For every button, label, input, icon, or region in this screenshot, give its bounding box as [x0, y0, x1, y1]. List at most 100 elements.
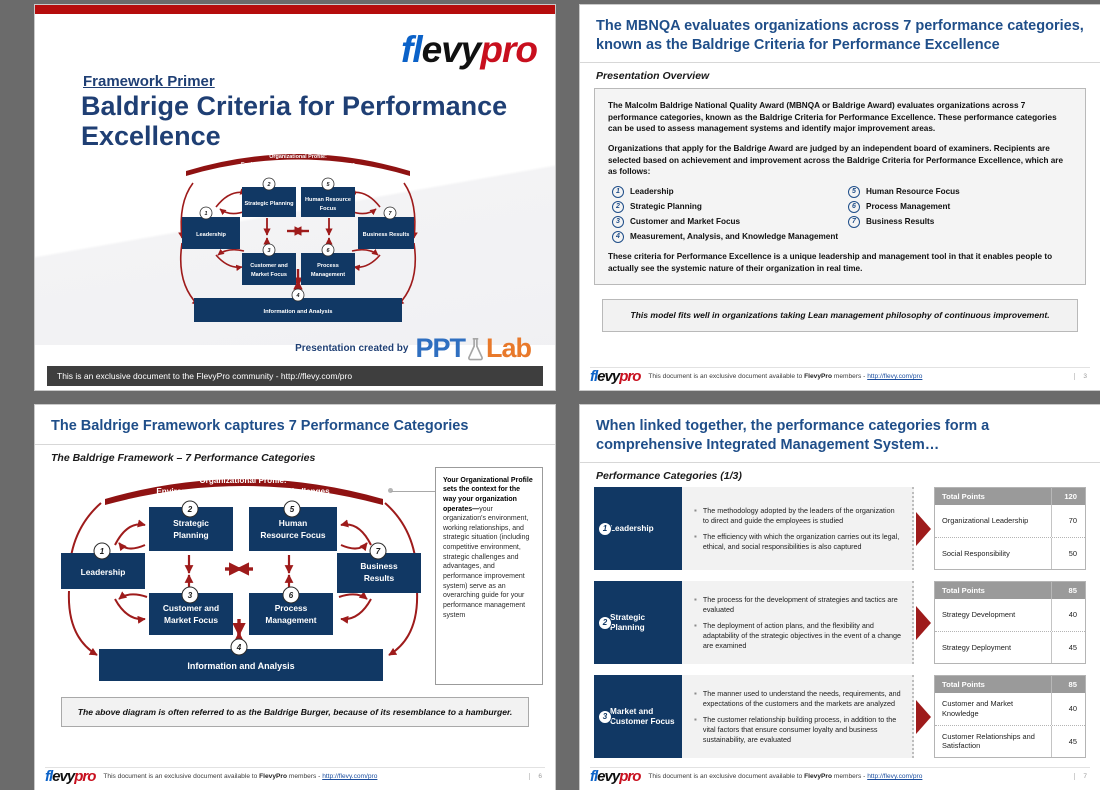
- logo-pro: pro: [74, 768, 96, 785]
- svg-text:1: 1: [100, 547, 105, 556]
- table-row: Strategy Deployment 45: [935, 630, 1085, 664]
- table-row: Customer and Market Knowledge 40: [935, 693, 1085, 725]
- category-description: ▪ The process for the development of str…: [682, 581, 914, 665]
- footer-link[interactable]: http://flevy.com/pro: [322, 773, 377, 780]
- footer-text: This document is an exclusive document a…: [648, 773, 922, 780]
- organizational-profile-callout: Your Organizational Profile sets the con…: [435, 466, 543, 685]
- number-badge-icon: 1: [612, 185, 624, 198]
- logo-pro: pro: [619, 768, 641, 785]
- svg-text:Business: Business: [360, 561, 398, 571]
- svg-text:Leadership: Leadership: [196, 232, 226, 238]
- points-table: Total Points 85 Strategy Development 40 …: [934, 581, 1086, 665]
- points-table: Total Points 120 Organizational Leadersh…: [934, 487, 1086, 571]
- number-badge-icon: 2: [598, 615, 612, 630]
- number-badge-icon: 4: [612, 230, 624, 243]
- total-points-label: Total Points: [942, 585, 985, 595]
- page-number: 7: [1074, 773, 1090, 780]
- bullet-item: ▪ The methodology adopted by the leaders…: [694, 506, 902, 526]
- table-row: Strategy Development 40: [935, 599, 1085, 631]
- svg-text:6: 6: [289, 591, 294, 600]
- total-points-label: Total Points: [942, 679, 985, 689]
- subcategory-label: Social Responsibility: [942, 548, 1010, 558]
- points-table-header: Total Points 85: [935, 676, 1085, 694]
- footer-mid: members -: [832, 373, 868, 380]
- table-row: Social Responsibility 50: [935, 536, 1085, 570]
- overview-panel: The Malcolm Baldrige National Quality Aw…: [594, 88, 1086, 286]
- criteria-item: 3 Customer and Market Focus: [612, 215, 836, 228]
- criteria-label: Process Management: [866, 202, 951, 212]
- callout-body-text: your organization's environment, working…: [443, 505, 530, 619]
- right-arrow-icon: [916, 511, 931, 546]
- svg-text:Leadership: Leadership: [81, 567, 126, 577]
- subcategory-label: Organizational Leadership: [942, 516, 1029, 526]
- svg-text:Human Resource: Human Resource: [305, 197, 351, 203]
- footer-pre: This document is an exclusive document a…: [648, 773, 805, 780]
- right-arrow-icon: [916, 605, 931, 640]
- slide-deck-grid: flevypro Framework Primer Baldrige Crite…: [0, 0, 1100, 790]
- created-by-label: Presentation created by: [295, 343, 409, 354]
- criteria-list: 1 Leadership 5 Human Resource Focus 2 St…: [612, 185, 1072, 243]
- points-table-header: Total Points 120: [935, 488, 1085, 506]
- flevypro-logo: flevypro: [45, 768, 96, 785]
- framework-diagram-area: Organizational Profile: Environment, Rel…: [45, 466, 547, 687]
- slide-title: flevypro Framework Primer Baldrige Crite…: [35, 5, 555, 390]
- page-number: 3: [1074, 373, 1090, 380]
- criteria-label: Strategic Planning: [630, 202, 702, 212]
- svg-text:Environment, Relationships, an: Environment, Relationships, and Challeng…: [241, 162, 355, 168]
- category-label: 2 Strategic Planning: [594, 581, 682, 665]
- svg-text:Strategic Planning: Strategic Planning: [244, 201, 294, 207]
- category-name: Leadership: [610, 523, 654, 533]
- eyebrow-label: Framework Primer: [83, 73, 215, 90]
- page-title: When linked together, the performance ca…: [596, 418, 990, 453]
- bullet-item: ▪ The process for the development of str…: [694, 595, 902, 615]
- slide3-subtitle: The Baldrige Framework – 7 Performance C…: [51, 451, 316, 464]
- bullet-text: The process for the development of strat…: [702, 595, 898, 615]
- svg-text:Organizational Profile:: Organizational Profile:: [269, 154, 327, 160]
- slide3-footer: flevypro This document is an exclusive d…: [45, 767, 545, 785]
- slide4-subtitle: Performance Categories (1/3): [596, 470, 742, 483]
- presentation-credit: Presentation created by PPT Lab: [295, 333, 532, 364]
- category-description: ▪ The methodology adopted by the leaders…: [682, 487, 914, 571]
- bullet-dot-icon: ▪: [694, 595, 697, 605]
- table-row: Organizational Leadership 70: [935, 505, 1085, 537]
- category-rows: 1 Leadership ▪ The methodology adopted b…: [580, 485, 1100, 759]
- subcategory-label: Strategy Deployment: [942, 642, 1012, 652]
- category-label: 3 Market and Customer Focus: [594, 675, 682, 759]
- svg-text:7: 7: [376, 547, 381, 556]
- bullet-dot-icon: ▪: [694, 715, 697, 725]
- page-number: 6: [529, 773, 545, 780]
- logo-evy: evy: [421, 29, 482, 70]
- flask-icon: [468, 337, 483, 360]
- subcategory-points: 40: [1051, 693, 1085, 725]
- subcategory-points: 45: [1051, 725, 1085, 758]
- svg-text:Strategic: Strategic: [173, 518, 209, 528]
- total-points-label: Total Points: [942, 491, 985, 501]
- svg-text:Management: Management: [311, 272, 345, 278]
- slide-performance-categories: When linked together, the performance ca…: [580, 405, 1100, 790]
- overview-paragraph-1: The Malcolm Baldrige National Quality Aw…: [608, 101, 1057, 134]
- insight-callout: This model fits well in organizations ta…: [602, 299, 1078, 333]
- bullet-dot-icon: ▪: [694, 621, 697, 631]
- logo-fl: fl: [401, 29, 423, 70]
- footer-text: This document is an exclusive document a…: [648, 373, 922, 380]
- slide-framework: The Baldrige Framework captures 7 Perfor…: [35, 405, 555, 790]
- number-badge-icon: 7: [848, 215, 860, 228]
- slide2-subtitle: Presentation Overview: [596, 70, 710, 83]
- footer-brand: FlevyPro: [804, 773, 833, 780]
- bullet-text: The manner used to understand the needs,…: [702, 689, 901, 709]
- baldrige-framework-diagram: Organizational Profile: Environment, Rel…: [61, 476, 421, 681]
- right-arrow-icon: [916, 699, 931, 734]
- criteria-label: Measurement, Analysis, and Knowledge Man…: [630, 232, 839, 242]
- footer-mid: members -: [287, 773, 323, 780]
- slide3-header: The Baldrige Framework captures 7 Perfor…: [35, 405, 555, 445]
- footer-link[interactable]: http://flevy.com/pro: [867, 773, 922, 780]
- footer-link[interactable]: http://flevy.com/pro: [867, 373, 922, 380]
- burger-callout: The above diagram is often referred to a…: [61, 696, 529, 728]
- svg-text:Customer and: Customer and: [250, 263, 288, 269]
- number-badge-icon: 5: [848, 185, 860, 198]
- slide2-footer: flevypro This document is an exclusive d…: [590, 367, 1090, 385]
- subcategory-label: Customer Relationships and Satisfaction: [942, 731, 1035, 751]
- svg-text:2: 2: [187, 505, 193, 514]
- criteria-item: 4 Measurement, Analysis, and Knowledge M…: [612, 230, 1072, 243]
- svg-text:4: 4: [236, 643, 242, 652]
